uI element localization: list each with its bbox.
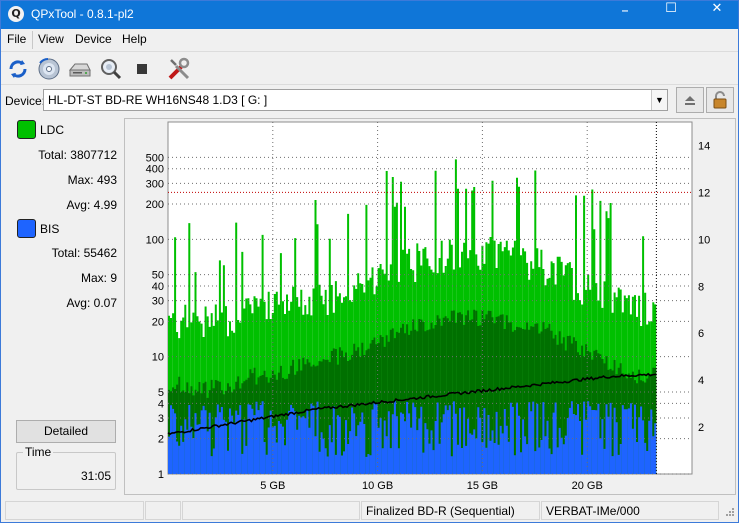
bis-max: Max: 9 — [80, 271, 117, 285]
x-tick-label: 20 GB — [572, 480, 603, 492]
device-label: Device: — [5, 94, 46, 108]
resize-grip-icon[interactable] — [723, 507, 735, 519]
y-right-tick-label: 10 — [698, 234, 710, 246]
drive-icon[interactable] — [66, 55, 94, 83]
app-window: Q QPxTool - 0.8.1-pl2 – ☐ ✕ File View De… — [0, 0, 739, 523]
close-button[interactable]: ✕ — [694, 1, 739, 29]
time-group: Time 31:05 — [16, 445, 116, 490]
toolbar — [1, 51, 738, 85]
status-bar: Finalized BD-R (Sequential) VERBAT-IMe/0… — [1, 500, 738, 522]
lock-button[interactable] — [706, 87, 734, 113]
status-disc-type: Finalized BD-R (Sequential) — [361, 501, 540, 520]
time-value: 31:05 — [80, 469, 111, 483]
y-left-tick-label: 4 — [158, 398, 164, 410]
stats-panel: LDC Total: 3807712 Max: 493 Avg: 4.99 BI… — [10, 118, 122, 495]
ldc-swatch — [17, 120, 36, 139]
app-icon: Q — [8, 6, 24, 22]
y-right-tick-label: 2 — [698, 422, 704, 434]
maximize-button[interactable]: ☐ — [648, 1, 694, 29]
ldc-label: LDC — [40, 123, 65, 137]
bis-swatch — [17, 219, 36, 238]
bis-total: Total: 55462 — [51, 246, 117, 260]
bis-avg: Avg: 0.07 — [66, 296, 118, 310]
window-title: QPxTool - 0.8.1-pl2 — [31, 7, 134, 21]
y-right-tick-label: 12 — [698, 187, 710, 199]
refresh-icon[interactable] — [4, 55, 32, 83]
title-bar[interactable]: Q QPxTool - 0.8.1-pl2 – ☐ ✕ — [1, 1, 738, 29]
y-left-tick-label: 100 — [146, 234, 164, 246]
detailed-button[interactable]: Detailed — [16, 420, 116, 443]
chevron-down-icon[interactable]: ▼ — [651, 90, 667, 110]
y-left-tick-label: 200 — [146, 199, 164, 211]
menu-separator — [32, 31, 33, 49]
status-media-id: VERBAT-IMe/000 — [541, 501, 719, 520]
tools-icon[interactable] — [165, 55, 193, 83]
bis-label: BIS — [40, 222, 60, 236]
y-left-tick-label: 300 — [146, 178, 164, 190]
disc-info-icon[interactable] — [35, 55, 63, 83]
x-tick-label: 15 GB — [467, 480, 498, 492]
y-left-tick-label: 50 — [152, 270, 164, 282]
menu-view[interactable]: View — [38, 32, 64, 46]
y-left-tick-label: 1 — [158, 469, 164, 481]
y-right-tick-label: 4 — [698, 375, 704, 387]
y-left-tick-label: 10 — [152, 352, 164, 364]
eject-icon — [685, 96, 695, 105]
y-right-tick-label: 6 — [698, 328, 704, 340]
x-tick-label: 5 GB — [260, 480, 285, 492]
device-bar: Device: HL-DT-ST BD-RE WH16NS48 1.D3 [ G… — [1, 87, 738, 115]
status-cell-3 — [182, 501, 360, 520]
minimize-button[interactable]: – — [602, 1, 648, 29]
status-cell-1 — [5, 501, 144, 520]
y-left-tick-label: 30 — [152, 296, 164, 308]
menu-file[interactable]: File — [7, 32, 26, 46]
y-left-tick-label: 500 — [146, 152, 164, 164]
ldc-max: Max: 493 — [67, 173, 117, 187]
y-left-tick-label: 2 — [158, 434, 164, 446]
y-left-tick-label: 5 — [158, 387, 164, 399]
lock-icon — [713, 91, 727, 109]
y-left-tick-label: 40 — [152, 281, 164, 293]
y-left-tick-label: 3 — [158, 413, 164, 425]
menu-help[interactable]: Help — [122, 32, 147, 46]
chart-frame: 5 GB 10 GB 15 GB 20 GB 1 2 3 4 5 10 20 30 40 50 100 200… — [124, 118, 736, 495]
y-right-tick-label: 14 — [698, 140, 710, 152]
ldc-total: Total: 3807712 — [38, 148, 117, 162]
menu-device[interactable]: Device — [75, 32, 112, 46]
time-label: Time — [23, 445, 54, 459]
status-cell-2 — [145, 501, 181, 520]
device-select[interactable]: HL-DT-ST BD-RE WH16NS48 1.D3 [ G: ] ▼ — [43, 89, 668, 111]
eject-button[interactable] — [676, 87, 704, 113]
device-select-value: HL-DT-ST BD-RE WH16NS48 1.D3 [ G: ] — [48, 93, 268, 107]
y-left-tick-label: 400 — [146, 164, 164, 176]
x-tick-label: 10 GB — [362, 480, 393, 492]
scan-chart: 5 GB 10 GB 15 GB 20 GB123451020304050100200… — [146, 121, 710, 492]
y-right-tick-label: 8 — [698, 281, 704, 293]
y-left-tick-label: 20 — [152, 316, 164, 328]
ldc-avg: Avg: 4.99 — [66, 198, 118, 212]
stop-icon[interactable] — [128, 55, 156, 83]
scan-search-icon[interactable] — [97, 55, 125, 83]
menu-bar: File View Device Help — [1, 29, 738, 51]
